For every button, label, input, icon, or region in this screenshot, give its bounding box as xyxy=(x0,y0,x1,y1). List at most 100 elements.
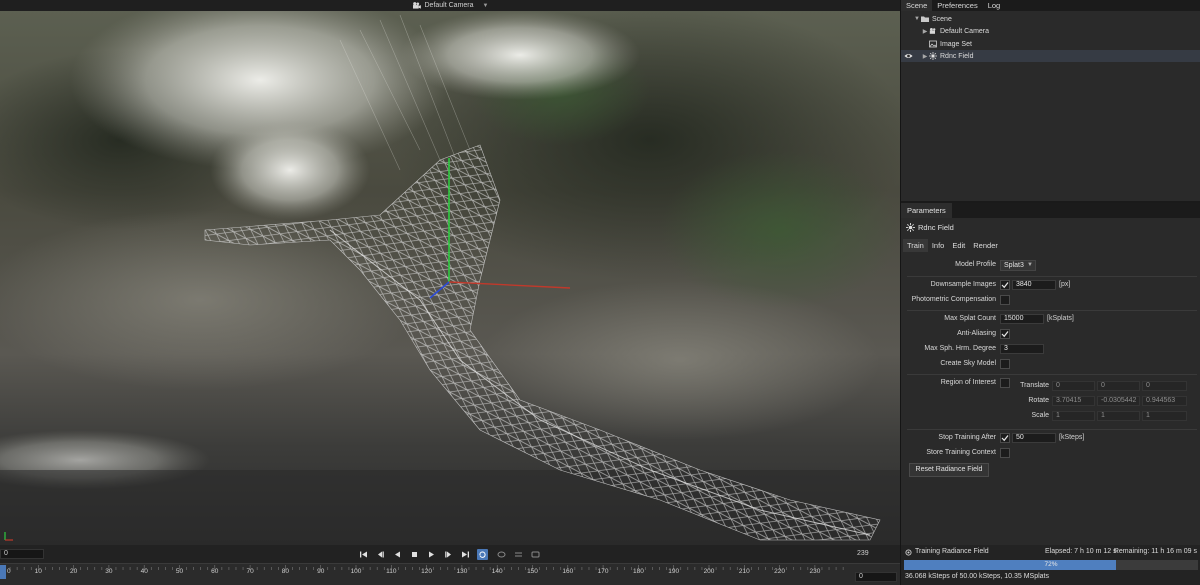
spinner-icon xyxy=(905,549,912,556)
scale-x-input[interactable]: 1 xyxy=(1052,411,1095,421)
tree-item-rdnc-field[interactable]: ▶ Rdnc Field xyxy=(901,50,1200,62)
3d-viewport[interactable]: Default Camera ▼ xyxy=(0,0,900,545)
stop-button[interactable] xyxy=(409,549,420,560)
task-label: Training Radiance Field xyxy=(915,548,989,555)
stop-training-after-label: Stop Training After xyxy=(938,434,996,441)
timeline-tick-label: 60 xyxy=(211,568,219,575)
chevron-down-icon[interactable]: ▼ xyxy=(483,3,489,9)
visibility-eye-icon[interactable] xyxy=(904,52,913,60)
model-profile-label: Model Profile xyxy=(955,261,996,268)
play-icon xyxy=(429,551,434,558)
object-title-label: Rdnc Field xyxy=(918,223,954,232)
tree-item-default-camera[interactable]: ▶ Default Camera xyxy=(901,25,1200,37)
timeline-tick-label: 230 xyxy=(809,568,820,575)
timeline-ruler: 0 10 20 30 40 50 60 70 80 90 100 110 120 130 140 150 160… xyxy=(2,565,844,575)
camera-label: Default Camera xyxy=(424,2,474,9)
scale-y-input[interactable]: 1 xyxy=(1097,411,1140,421)
timeline-tick-label: 200 xyxy=(704,568,715,575)
record-button[interactable] xyxy=(530,549,541,560)
progress-detail: 36.068 kSteps of 50.00 kSteps, 10.35 MSp… xyxy=(905,573,1049,580)
photometric-compensation-checkbox[interactable] xyxy=(1000,295,1010,305)
play-reverse-button[interactable] xyxy=(392,549,403,560)
expand-arrow-icon[interactable]: ▶ xyxy=(921,28,929,35)
timeline-tick-label: 50 xyxy=(176,568,184,575)
end-frame-input[interactable]: 239 xyxy=(855,549,895,559)
playhead-handle[interactable] xyxy=(0,565,6,579)
tab-train[interactable]: Train xyxy=(903,239,928,252)
model-profile-value: Splat3 xyxy=(1004,262,1024,269)
translate-x-input[interactable]: 0 xyxy=(1052,381,1095,391)
step-back-button[interactable] xyxy=(375,549,386,560)
current-time-input[interactable]: 0 xyxy=(855,572,897,582)
skip-to-start-button[interactable] xyxy=(358,549,369,560)
tab-edit[interactable]: Edit xyxy=(948,239,969,252)
tree-item-label: Image Set xyxy=(940,40,972,48)
create-sky-model-label: Create Sky Model xyxy=(940,360,996,367)
rotate-y-input[interactable]: -0.0305442 xyxy=(1097,396,1140,406)
status-line: Training Radiance Field Elapsed: 7 h 10 … xyxy=(905,548,1197,558)
object-title: Rdnc Field xyxy=(906,223,954,232)
timeline-tick-label: 120 xyxy=(421,568,432,575)
stop-training-after-checkbox[interactable] xyxy=(1000,433,1010,443)
photometric-compensation-label: Photometric Compensation xyxy=(911,296,996,303)
radiance-field-icon xyxy=(929,52,937,60)
store-training-context-checkbox[interactable] xyxy=(1000,448,1010,458)
model-profile-dropdown[interactable]: Splat3 ▼ xyxy=(1000,260,1036,271)
region-of-interest-checkbox[interactable] xyxy=(1000,378,1010,388)
rotate-x-input[interactable]: 3.70415 xyxy=(1052,396,1095,406)
skip-to-end-button[interactable] xyxy=(460,549,471,560)
tab-log[interactable]: Log xyxy=(983,0,1006,11)
anti-aliasing-checkbox[interactable] xyxy=(1000,329,1010,339)
tab-info[interactable]: Info xyxy=(928,239,949,252)
timeline[interactable]: 0 10 20 30 40 50 60 70 80 90 100 110 120 130 140 150 160… xyxy=(0,563,900,585)
timeline-tick-label: 40 xyxy=(141,568,149,575)
ping-pong-button[interactable] xyxy=(513,549,524,560)
translate-y-input[interactable]: 0 xyxy=(1097,381,1140,391)
tab-parameters[interactable]: Parameters xyxy=(901,203,952,218)
camera-icon xyxy=(929,27,936,34)
timeline-tick-label: 150 xyxy=(527,568,538,575)
record-icon xyxy=(531,551,540,558)
tab-render[interactable]: Render xyxy=(969,239,1002,252)
checkmark-icon xyxy=(1001,282,1009,289)
bounce-button[interactable] xyxy=(496,549,507,560)
timeline-tick-label: 190 xyxy=(668,568,679,575)
timeline-tick-label: 30 xyxy=(105,568,113,575)
tab-scene[interactable]: Scene xyxy=(901,0,933,11)
timeline-tick-label: 110 xyxy=(386,568,397,575)
downsample-images-checkbox[interactable] xyxy=(1000,280,1010,290)
skip-to-end-icon xyxy=(462,551,469,558)
tab-preferences[interactable]: Preferences xyxy=(932,0,982,11)
tree-item-scene[interactable]: ▼ Scene xyxy=(901,13,1200,25)
step-forward-icon xyxy=(445,551,451,558)
translate-z-input[interactable]: 0 xyxy=(1142,381,1187,391)
timeline-tick-label: 10 xyxy=(35,568,43,575)
camera-selector[interactable]: Default Camera ▼ xyxy=(0,0,900,11)
stop-training-after-input[interactable]: 50 xyxy=(1012,433,1056,443)
downsample-images-input[interactable]: 3840 xyxy=(1012,280,1056,290)
expand-arrow-icon[interactable]: ▼ xyxy=(913,16,921,22)
timeline-tick-label: 70 xyxy=(246,568,254,575)
step-forward-button[interactable] xyxy=(443,549,454,560)
timeline-tick-label: 160 xyxy=(562,568,573,575)
rotate-z-input[interactable]: 0.944563 xyxy=(1142,396,1187,406)
start-frame-input[interactable]: 0 xyxy=(0,549,44,559)
radiance-field-icon xyxy=(906,223,915,232)
max-splat-count-input[interactable]: 15000 xyxy=(1000,314,1044,324)
tree-item-image-set[interactable]: Image Set xyxy=(901,38,1200,50)
timeline-tick-label: 220 xyxy=(774,568,785,575)
max-sph-degree-input[interactable]: 3 xyxy=(1000,344,1044,354)
reset-radiance-field-button[interactable]: Reset Radiance Field xyxy=(909,463,989,477)
splat-render xyxy=(0,0,900,545)
divider xyxy=(907,429,1197,430)
training-status: Training Radiance Field Elapsed: 7 h 10 … xyxy=(900,545,1200,585)
scale-z-input[interactable]: 1 xyxy=(1142,411,1187,421)
timeline-tick-label: 80 xyxy=(282,568,290,575)
timeline-tick-label: 140 xyxy=(492,568,503,575)
create-sky-model-checkbox[interactable] xyxy=(1000,359,1010,369)
scale-label: Scale xyxy=(1031,412,1049,419)
loop-button[interactable] xyxy=(477,549,488,560)
play-button[interactable] xyxy=(426,549,437,560)
expand-arrow-icon[interactable]: ▶ xyxy=(921,53,929,60)
max-sph-degree-label: Max Sph. Hrm. Degree xyxy=(924,345,996,352)
